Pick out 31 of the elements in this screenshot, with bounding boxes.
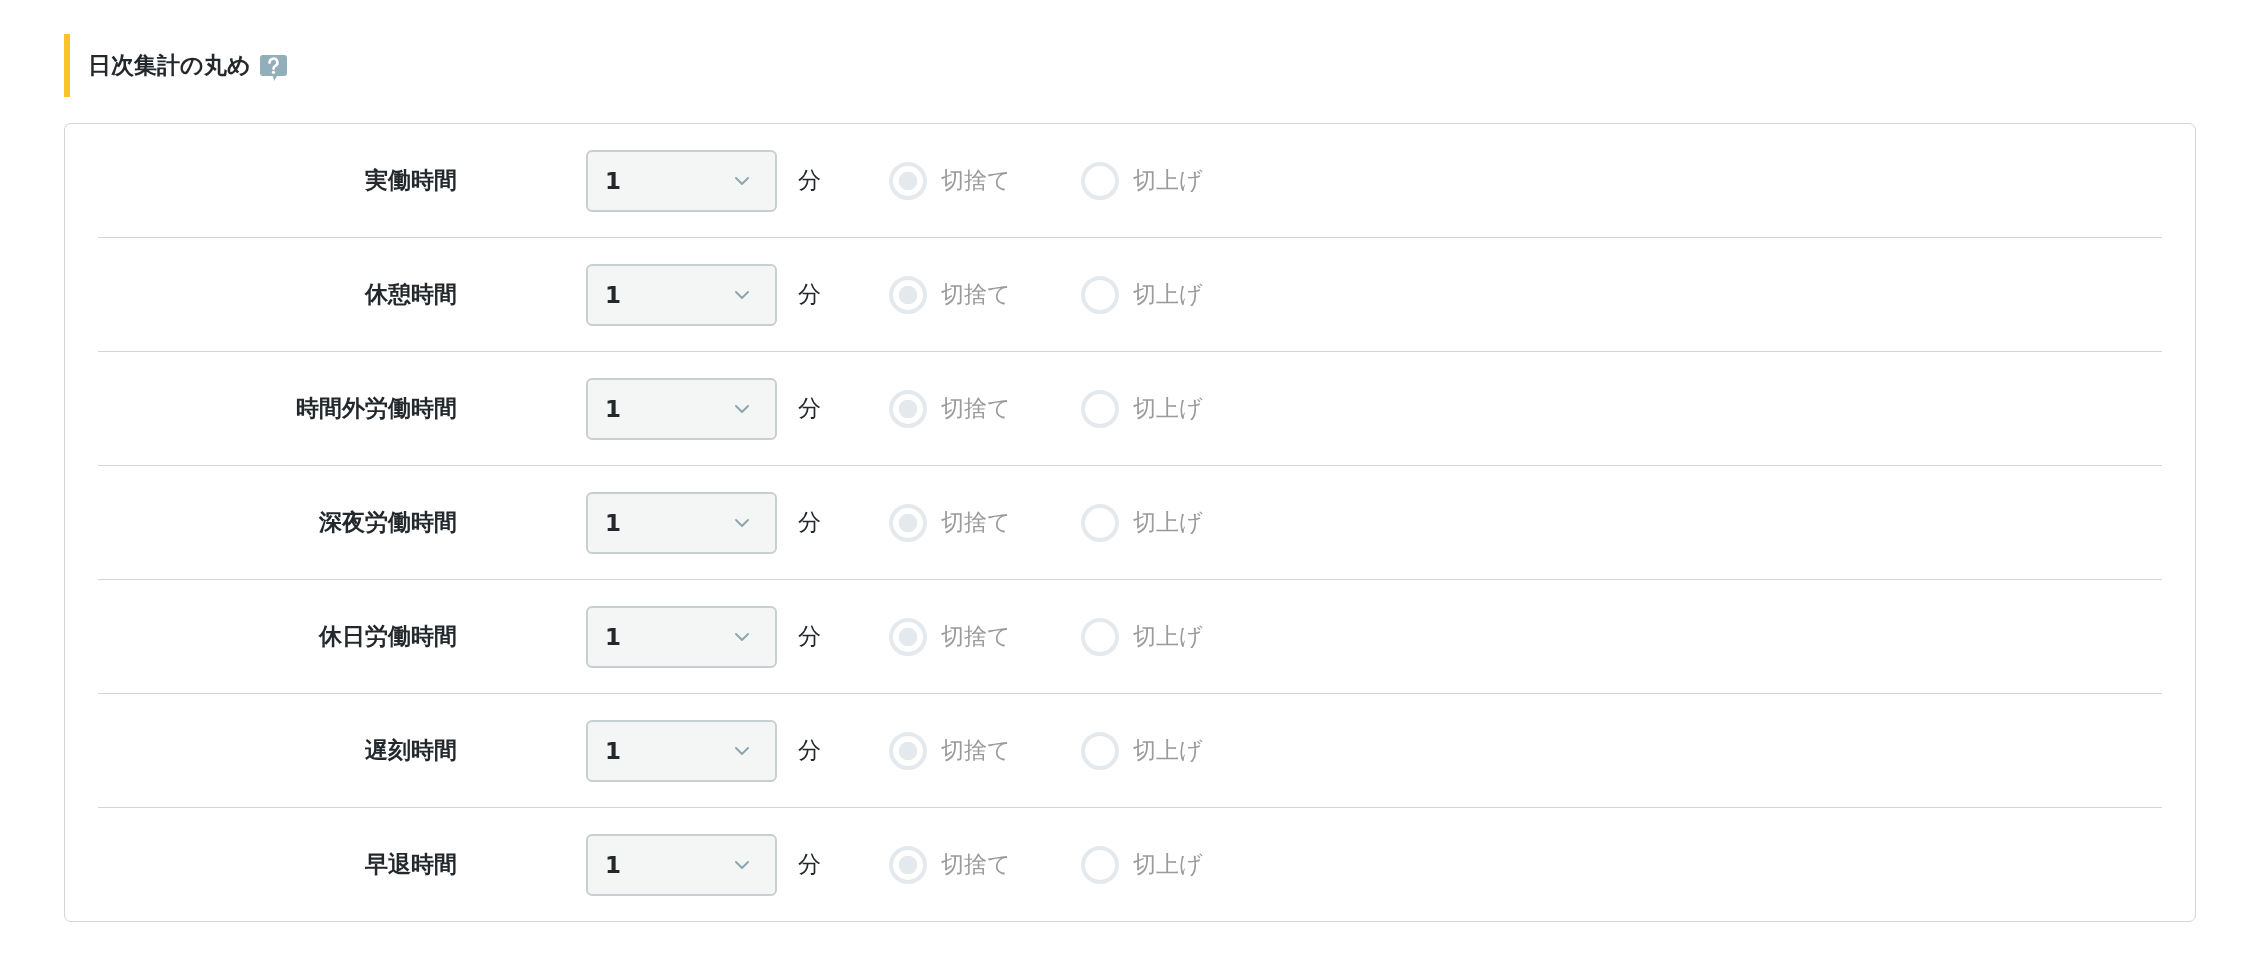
unit-label: 分 [798,736,821,765]
chevron-down-icon [735,518,749,527]
chevron-down-icon [735,404,749,413]
unit-label: 分 [798,280,821,309]
setting-label: 深夜労働時間 [318,508,457,537]
chevron-down-icon [735,860,749,869]
unit-label: 分 [798,850,821,879]
minutes-select[interactable]: 1 [586,833,777,896]
setting-label: 休日労働時間 [317,622,457,651]
chevron-down-icon [735,290,749,299]
chevron-down-icon [735,176,749,185]
minutes-select[interactable]: 1 [586,719,777,782]
minutes-select[interactable]: 1 [586,491,777,554]
setting-label: 遅刻時間 [364,736,457,765]
chevron-down-icon [735,632,749,641]
setting-label: 休憩時間 [363,280,457,309]
setting-label: 実働時間 [364,166,457,195]
unit-label: 分 [798,394,821,423]
help-icon[interactable] [260,54,287,81]
unit-label: 分 [798,622,821,651]
accent-bar [64,34,70,97]
minutes-select[interactable]: 1 [586,149,777,212]
setting-label: 時間外労働時間 [295,394,457,423]
minutes-select[interactable]: 1 [586,263,777,326]
minutes-select[interactable]: 1 [586,605,777,668]
setting-label: 早退時間 [364,850,457,879]
section-title: 日次集計の丸め [88,54,251,77]
unit-label: 分 [798,166,821,195]
unit-label: 分 [798,508,821,537]
minutes-select[interactable]: 1 [586,377,777,440]
chevron-down-icon [735,746,749,755]
